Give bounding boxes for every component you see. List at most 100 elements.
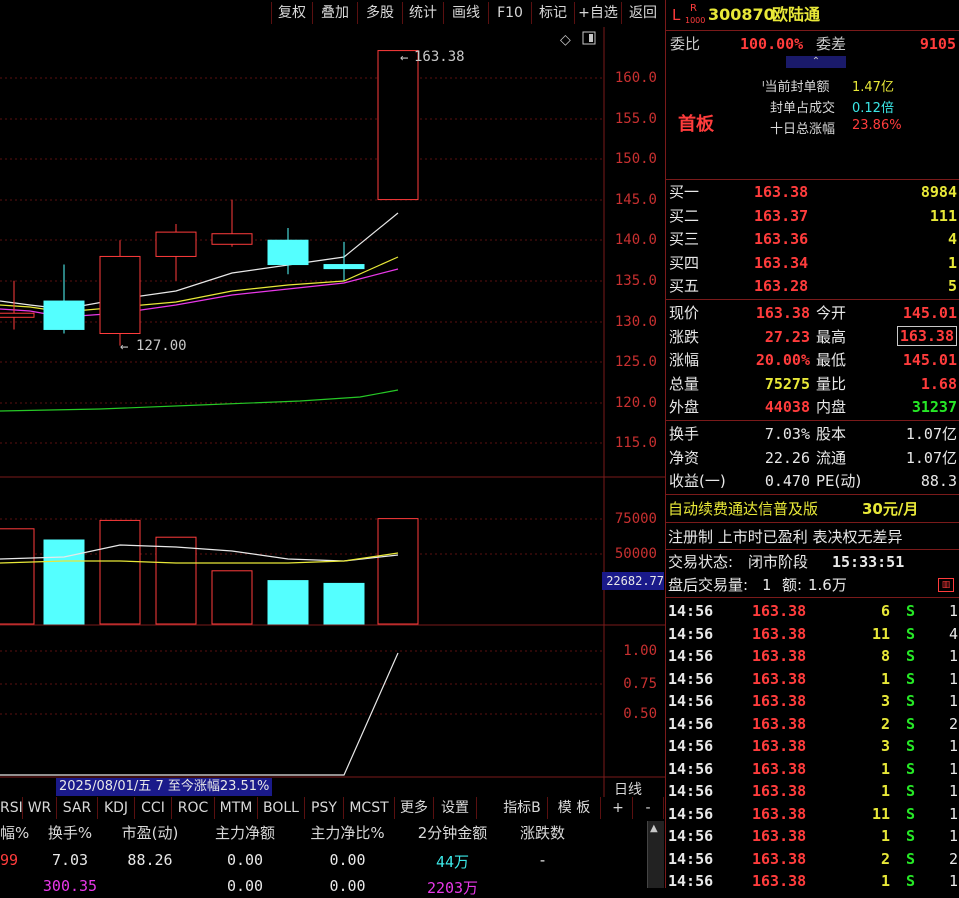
draw-line-button[interactable]: 画线 (443, 2, 488, 24)
candle-body[interactable] (0, 312, 35, 318)
restore-rights-button[interactable]: 复权 (271, 2, 312, 24)
stat-value: 88.3 (920, 472, 957, 490)
tick-count: 1 (948, 872, 958, 890)
indicator-axis-label: 1.00 (623, 643, 657, 659)
stat-value: 1.07亿 (905, 425, 957, 443)
col-header: 主力净额 (214, 824, 275, 842)
cell: 0.00 (226, 877, 264, 895)
bar-chart-icon[interactable]: ▥ (938, 578, 954, 592)
tab-mtm[interactable]: MTM (215, 797, 258, 819)
stat-value: 22.26 (764, 448, 810, 467)
tick-volume: 1 (880, 669, 890, 688)
f10-button[interactable]: F10 (488, 2, 531, 24)
tab-rsi[interactable]: RSI (0, 797, 23, 819)
tick-volume: 1 (880, 759, 890, 778)
tick-volume: 11 (871, 804, 890, 823)
tick-count: 1 (948, 737, 958, 755)
tab-kdj[interactable]: KDJ (98, 797, 135, 819)
tick-row: 14:56 163.38 1 S 1 (666, 825, 959, 847)
date-range-label: 2025/08/01/五 7 至今涨幅23.51% (56, 778, 273, 796)
tab-psy[interactable]: PSY (305, 797, 344, 819)
ad-text[interactable]: 自动续费通达信普及版 (668, 497, 818, 521)
tick-side: S (906, 827, 916, 845)
diamond-icon: ◇ (560, 32, 571, 48)
tick-row: 14:56 163.38 1 S 1 (666, 668, 959, 690)
panel-borders (0, 27, 665, 797)
tick-price: 163.38 (752, 782, 807, 800)
candle-body[interactable] (43, 300, 85, 330)
tick-price: 163.38 (752, 647, 807, 665)
stat-label: 流通 (816, 448, 847, 467)
bottom-scrollbar[interactable]: ▲ (647, 821, 664, 888)
volume-bar (211, 570, 253, 625)
mark-button[interactable]: 标记 (531, 2, 574, 24)
bid-label: 买二 (669, 206, 700, 225)
tab-mcst[interactable]: MCST (344, 797, 395, 819)
bid-row: 买四 163.34 1 (666, 252, 959, 274)
ten-day-label: 十日总涨幅 (770, 122, 836, 137)
badge-sub: 1000 (685, 16, 706, 25)
cell: 88.26 (127, 851, 173, 869)
stat-value: 145.01 (902, 351, 957, 369)
tab-indicator-b[interactable]: 指标B (497, 797, 548, 819)
tick-volume: 1 (880, 872, 890, 890)
tick-price: 163.38 (752, 872, 807, 890)
stat-label: 量比 (816, 374, 847, 393)
tick-time: 14:56 (668, 782, 714, 800)
ad-price[interactable]: 30元/月 (862, 497, 918, 521)
back-button[interactable]: 返回 (621, 2, 664, 24)
zoom-out-button[interactable]: - (633, 797, 664, 819)
candle-body[interactable] (377, 50, 419, 201)
multi-stock-button[interactable]: 多股 (357, 2, 402, 24)
stat-label: 股本 (816, 425, 847, 443)
tab-template[interactable]: 模 板 (548, 797, 601, 819)
tick-price: 163.38 (752, 602, 807, 620)
stat-value: 7.03% (764, 425, 810, 443)
tick-side: S (906, 737, 916, 755)
candle-body[interactable] (323, 264, 365, 270)
tick-count: 4 (948, 624, 958, 643)
add-watchlist-button[interactable]: +自选 (574, 2, 621, 24)
candle-body[interactable] (211, 233, 253, 245)
tab-more[interactable]: 更多 (395, 797, 434, 819)
bid-label: 买五 (669, 277, 700, 295)
tab-wr[interactable]: WR (23, 797, 57, 819)
tick-time: 14:56 (668, 849, 714, 868)
overlay-button[interactable]: 叠加 (312, 2, 357, 24)
tick-row: 14:56 163.38 1 S 1 (666, 870, 959, 892)
tick-count: 1 (948, 827, 958, 845)
bid-label: 买四 (669, 253, 700, 272)
kline-chart-area[interactable]: ← ← ◇ 163.38 127.00 160.0 155.0 150.0 14… (0, 27, 665, 799)
stat-label: 内盘 (816, 398, 847, 416)
statistics-button[interactable]: 统计 (402, 2, 443, 24)
period-label[interactable]: 日线 (614, 779, 642, 799)
candle-body[interactable] (99, 255, 141, 334)
tick-side: S (906, 872, 916, 890)
bid-label: 买三 (669, 230, 700, 248)
tick-time: 14:56 (668, 804, 714, 823)
bid-label: 买一 (669, 183, 700, 201)
seal-amount-label: ᑊ当前封单额 (762, 80, 830, 95)
collapse-toggle[interactable]: ⌃ (786, 56, 846, 68)
candle-body[interactable] (267, 239, 309, 266)
scroll-up-icon[interactable]: ▲ (650, 823, 658, 834)
price-axis-label: 155.0 (614, 111, 657, 127)
tick-price: 163.38 (752, 669, 807, 688)
high-price-marker: ← (400, 50, 408, 66)
tab-boll[interactable]: BOLL (258, 797, 305, 819)
candle-body[interactable] (155, 231, 197, 257)
bid-volume: 5 (947, 277, 957, 295)
zoom-in-button[interactable]: + (604, 797, 633, 819)
ma-green-line (0, 389, 399, 412)
stat-value: 75275 (764, 374, 810, 393)
tab-settings[interactable]: 设置 (434, 797, 477, 819)
stat-value: 145.01 (902, 304, 957, 322)
tab-sar[interactable]: SAR (57, 797, 98, 819)
stock-name: 欧陆通 (772, 5, 821, 24)
stock-code: 300870 (708, 5, 775, 24)
stat-value: 1.07亿 (905, 448, 957, 467)
col-header: 主力净比% (310, 824, 385, 842)
stat-value: 1.68 (920, 374, 957, 393)
tab-cci[interactable]: CCI (135, 797, 172, 819)
tab-roc[interactable]: ROC (172, 797, 215, 819)
